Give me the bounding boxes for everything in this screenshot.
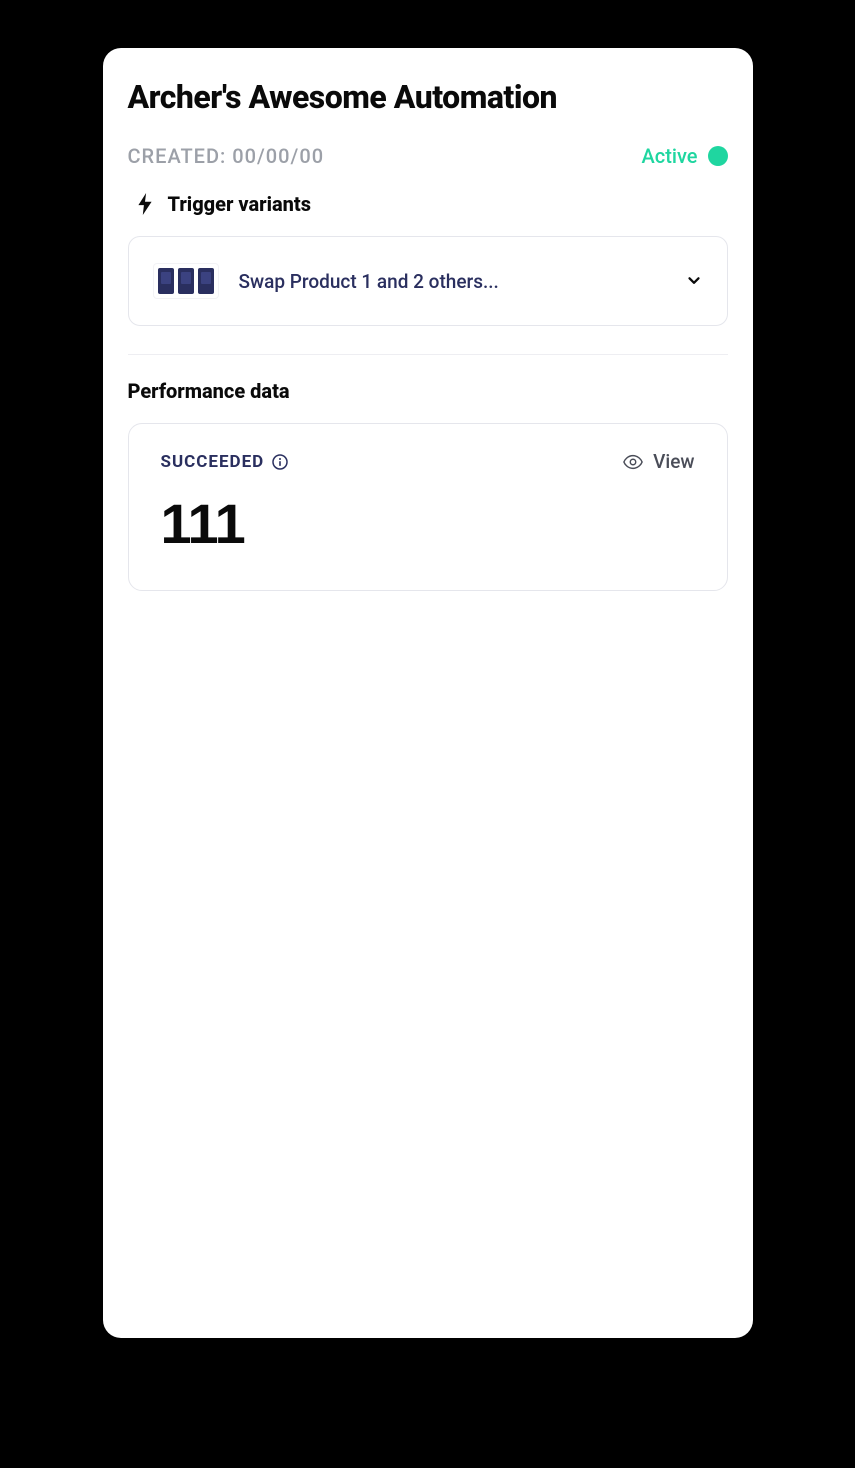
variant-dropdown[interactable]: Swap Product 1 and 2 others... bbox=[128, 236, 728, 326]
divider bbox=[128, 354, 728, 355]
created-label: CREATED: 00/00/00 bbox=[128, 144, 325, 168]
variant-label: Swap Product 1 and 2 others... bbox=[239, 270, 665, 293]
page-title: Archer's Awesome Automation bbox=[128, 78, 728, 116]
product-thumbnails-icon bbox=[153, 263, 219, 299]
chevron-down-icon bbox=[685, 272, 703, 290]
performance-header: SUCCEEDED View bbox=[161, 450, 695, 473]
view-label: View bbox=[653, 450, 694, 473]
bolt-icon bbox=[138, 193, 152, 215]
status-dot-icon bbox=[708, 146, 728, 166]
info-icon[interactable] bbox=[272, 454, 288, 470]
trigger-section-header: Trigger variants bbox=[128, 192, 728, 216]
automation-detail-card: Archer's Awesome Automation CREATED: 00/… bbox=[103, 48, 753, 1338]
status-text: Active bbox=[642, 144, 698, 168]
view-button[interactable]: View bbox=[623, 450, 694, 473]
succeeded-label-wrap: SUCCEEDED bbox=[161, 452, 289, 472]
eye-icon bbox=[623, 452, 643, 472]
succeeded-label: SUCCEEDED bbox=[161, 452, 265, 472]
performance-section-title: Performance data bbox=[128, 379, 728, 403]
succeeded-count: 111 bbox=[161, 491, 695, 556]
performance-card: SUCCEEDED View 111 bbox=[128, 423, 728, 591]
meta-row: CREATED: 00/00/00 Active bbox=[128, 144, 728, 168]
status-badge: Active bbox=[642, 144, 728, 168]
trigger-section-title: Trigger variants bbox=[168, 192, 312, 216]
